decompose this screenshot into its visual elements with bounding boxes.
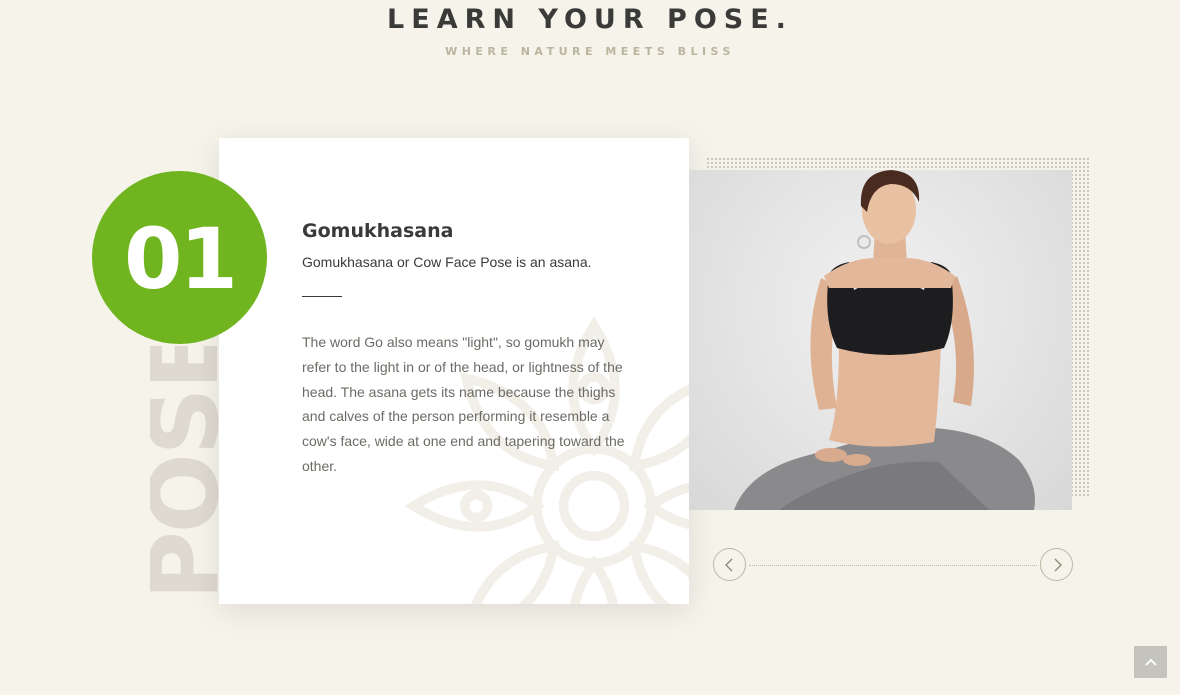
vertical-pose-text: POSE (150, 346, 220, 600)
pose-number: 01 (124, 209, 238, 308)
slider-navigation (713, 548, 1073, 584)
section-subtitle: WHERE NATURE MEETS BLISS (445, 45, 735, 58)
chevron-left-icon (724, 558, 732, 571)
pose-number-badge: 01 (92, 171, 267, 344)
chevron-up-icon (1144, 658, 1157, 666)
pose-title: Gomukhasana (302, 220, 454, 242)
previous-slide-button[interactable] (713, 548, 746, 581)
chevron-right-icon (1054, 558, 1062, 571)
woman-yoga-illustration (734, 170, 1035, 510)
next-slide-button[interactable] (1040, 548, 1073, 581)
vertical-pose-word: POSE (150, 346, 220, 600)
scroll-to-top-button[interactable] (1134, 646, 1167, 678)
section-title-dot: . (775, 4, 793, 35)
pose-divider (302, 296, 342, 297)
pose-body-text: The word Go also means "light", so gomuk… (302, 334, 625, 474)
section-title-text: LEARN YOUR POSE (387, 4, 776, 35)
section-title: LEARN YOUR POSE. (0, 0, 1180, 35)
section-header: ~ ~ LEARN YOUR POSE. WHERE NATURE MEETS … (0, 0, 1180, 58)
pose-card: Gomukhasana Gomukhasana or Cow Face Pose… (219, 138, 689, 604)
pose-description: Gomukhasana or Cow Face Pose is an asana… (302, 254, 592, 270)
pose-content: Gomukhasana Gomukhasana or Cow Face Pose… (302, 220, 632, 479)
slider-track (749, 565, 1037, 566)
pose-photo (689, 170, 1072, 510)
